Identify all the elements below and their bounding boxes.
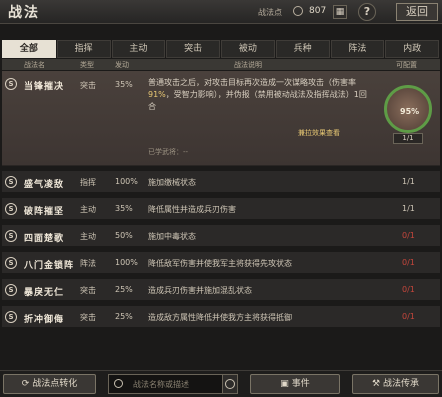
tab-formation[interactable]: 阵法 (330, 40, 385, 58)
tactic-rate: 25% (115, 285, 133, 294)
search-icon (114, 379, 123, 388)
rank-s-icon: S (5, 311, 17, 323)
search-input[interactable] (133, 377, 233, 391)
tactic-rate: 100% (115, 258, 138, 267)
rank-s-icon: S (5, 257, 17, 269)
col-name: 战法名 (24, 61, 45, 69)
tactic-type: 阵法 (80, 259, 96, 268)
tactic-description: 降低敌军伤害并使我军主将获得先攻状态 (148, 259, 292, 268)
inherit-tactic-button[interactable]: ⚒ 战法传承 (352, 374, 439, 394)
rank-s-icon: S (5, 203, 17, 215)
tactic-points-value: 807 (309, 6, 327, 16)
tactic-name: 当锋摧决 (24, 82, 65, 92)
rank-s-icon: S (5, 78, 17, 90)
page-title: 战法 (8, 5, 40, 21)
event-button[interactable]: ▣ 事件 (250, 374, 340, 394)
rank-s-icon: S (5, 230, 17, 242)
col-type: 类型 (80, 61, 94, 69)
list-item[interactable]: S 折冲御侮 突击 25% 造成敌方属性降低并使我方主将获得抵御 0/1 (2, 306, 440, 328)
tactic-rate: 100% (115, 177, 138, 186)
tactic-description: 施加缴械状态 (148, 178, 196, 187)
tactic-description: 造成兵刃伤害并施加混乱状态 (148, 286, 252, 295)
tactic-config: 1/1 (402, 177, 415, 186)
event-icon: ▣ (280, 379, 289, 389)
col-cfg: 可配置 (396, 61, 417, 69)
convert-points-button[interactable]: ⟳ 战法点转化 (3, 374, 96, 394)
tactic-name: 四面楚歌 (24, 234, 65, 244)
tactic-type: 突击 (80, 81, 96, 90)
effect-detail-link[interactable]: 兼拉效果查看 (298, 128, 340, 138)
list-item[interactable]: S 盛气凌敌 指挥 100% 施加缴械状态 1/1 (2, 171, 440, 193)
tactic-description: 施加中毒状态 (148, 232, 196, 241)
tab-command[interactable]: 指挥 (56, 40, 111, 58)
tactic-points-label: 战法点 (258, 8, 282, 17)
badge-rate: 95% (400, 107, 420, 116)
convert-label: 战法点转化 (32, 379, 78, 389)
list-item[interactable]: S 四面楚歌 主动 50% 施加中毒状态 0/1 (2, 225, 440, 247)
learned-generals: 已学武将：-- (148, 148, 189, 156)
tactic-rate: 50% (115, 231, 133, 240)
tactic-type: 主动 (80, 232, 96, 241)
col-desc: 战法说明 (234, 61, 262, 69)
rank-s-icon: S (5, 176, 17, 188)
badge-count: 1/1 (393, 133, 423, 144)
tactic-config: 0/1 (402, 285, 415, 294)
tactic-list: S 当锋摧决 突击 35% 普通攻击之后，对攻击目标再次造成一次谋略攻击（伤害率… (2, 71, 440, 328)
bottom-bar: ⟳ 战法点转化 ▣ 事件 ⚒ 战法传承 (0, 370, 442, 397)
tactic-rate: 35% (115, 80, 133, 89)
tab-bar: 全部 指挥 主动 突击 被动 兵种 阵法 内政 (2, 40, 440, 58)
search-box (108, 374, 238, 394)
tactic-config: 0/1 (402, 231, 415, 240)
tactic-rate: 35% (115, 204, 133, 213)
hammer-icon: ⚒ (372, 379, 381, 389)
tactic-name: 暴戾无仁 (24, 288, 65, 298)
list-item[interactable]: S 八门金锁阵 阵法 100% 降低敌军伤害并使我军主将获得先攻状态 0/1 (2, 252, 440, 274)
list-item[interactable]: S 暴戾无仁 突击 25% 造成兵刃伤害并施加混乱状态 0/1 (2, 279, 440, 301)
tactic-name: 八门金锁阵 (24, 261, 75, 271)
tactic-type: 指挥 (80, 178, 96, 187)
list-item[interactable]: S 破阵摧坚 主动 35% 降低属性并造成兵刃伤害 1/1 (2, 198, 440, 220)
rank-s-icon: S (5, 284, 17, 296)
col-rate: 发动 (115, 61, 129, 69)
tab-troop[interactable]: 兵种 (275, 40, 330, 58)
tactic-description: 普通攻击之后，对攻击目标再次造成一次谋略攻击（伤害率91%，受智力影响），并伪报… (148, 78, 367, 111)
swap-icon: ⟳ (21, 379, 30, 389)
tab-active[interactable]: 主动 (111, 40, 166, 58)
clock-icon (225, 379, 235, 389)
tactic-name: 盛气凌敌 (24, 180, 65, 190)
top-bar: 战法 战法点 807 ▦ ? 返回 (0, 0, 442, 24)
history-button[interactable] (222, 374, 238, 394)
tab-assault[interactable]: 突击 (166, 40, 220, 58)
tactic-config: 0/1 (402, 312, 415, 321)
grid-icon[interactable]: ▦ (333, 5, 347, 19)
back-button[interactable]: 返回 (396, 3, 438, 21)
tab-all[interactable]: 全部 (2, 40, 56, 58)
expanded-tactic-row[interactable]: S 当锋摧决 突击 35% 普通攻击之后，对攻击目标再次造成一次谋略攻击（伤害率… (2, 71, 440, 166)
tactic-type: 主动 (80, 205, 96, 214)
tactic-badge[interactable]: 95% (384, 85, 432, 133)
column-headers: 战法名 类型 发动 战法说明 可配置 (2, 59, 440, 70)
tactic-description: 造成敌方属性降低并使我方主将获得抵御 (148, 313, 292, 322)
tactic-type: 突击 (80, 286, 96, 295)
tactic-rate: 25% (115, 312, 133, 321)
tab-internal[interactable]: 内政 (385, 40, 439, 58)
event-label: 事件 (291, 379, 310, 389)
inherit-label: 战法传承 (382, 379, 419, 389)
tactic-points-icon (293, 6, 303, 16)
tactic-config: 0/1 (402, 258, 415, 267)
tactic-name: 折冲御侮 (24, 315, 65, 325)
tactic-description: 降低属性并造成兵刃伤害 (148, 205, 236, 214)
tactic-type: 突击 (80, 313, 96, 322)
tactic-name: 破阵摧坚 (24, 207, 65, 217)
tactic-config: 1/1 (402, 204, 415, 213)
help-button[interactable]: ? (358, 3, 376, 21)
tab-passive[interactable]: 被动 (221, 40, 275, 58)
